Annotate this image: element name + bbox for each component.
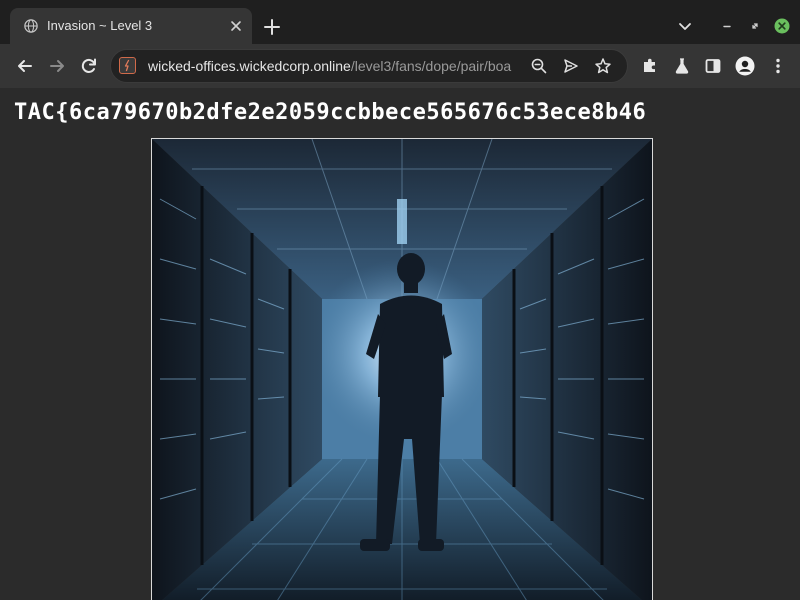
tab-close-icon[interactable] <box>229 19 243 33</box>
url-host: wicked-offices.wickedcorp.online <box>148 58 351 74</box>
server-room-photo <box>151 138 653 600</box>
address-bar[interactable]: wicked-offices.wickedcorp.online/level3/… <box>110 49 628 83</box>
reload-icon[interactable] <box>79 56 99 76</box>
sidepanel-icon[interactable] <box>703 56 723 76</box>
flask-icon[interactable] <box>672 56 692 76</box>
arrow-left-icon[interactable] <box>15 56 35 76</box>
url-text[interactable]: wicked-offices.wickedcorp.online/level3/… <box>148 58 526 74</box>
maximize-icon[interactable] <box>747 18 763 34</box>
tab-strip: Invasion ~ Level 3 <box>0 0 800 44</box>
close-icon[interactable] <box>774 18 790 34</box>
url-path: /level3/fans/dope/pair/boa <box>350 58 512 74</box>
chevron-down-icon[interactable] <box>677 18 693 34</box>
kebab-menu-icon[interactable] <box>768 56 788 76</box>
tab-invasion-level-3[interactable]: Invasion ~ Level 3 <box>10 8 252 44</box>
star-icon[interactable] <box>594 57 612 75</box>
flag-heading: TAC{6ca79670b2dfe2e2059ccbbece565676c53e… <box>14 100 647 125</box>
new-tab-button[interactable] <box>263 18 281 36</box>
tab-title: Invasion ~ Level 3 <box>47 18 153 33</box>
profile-icon[interactable] <box>735 56 755 76</box>
arrow-right-icon[interactable] <box>47 56 67 76</box>
puzzle-icon[interactable] <box>640 56 660 76</box>
send-icon[interactable] <box>562 57 580 75</box>
toolbar: wicked-offices.wickedcorp.online/level3/… <box>0 44 800 88</box>
site-info-icon[interactable] <box>119 57 136 74</box>
browser-window: Invasion ~ Level 3 wicked-offices.wicked… <box>0 0 800 600</box>
zoom-icon[interactable] <box>530 57 548 75</box>
minimize-icon[interactable] <box>719 18 735 34</box>
page-content: TAC{6ca79670b2dfe2e2059ccbbece565676c53e… <box>0 88 800 600</box>
globe-icon <box>24 19 38 33</box>
